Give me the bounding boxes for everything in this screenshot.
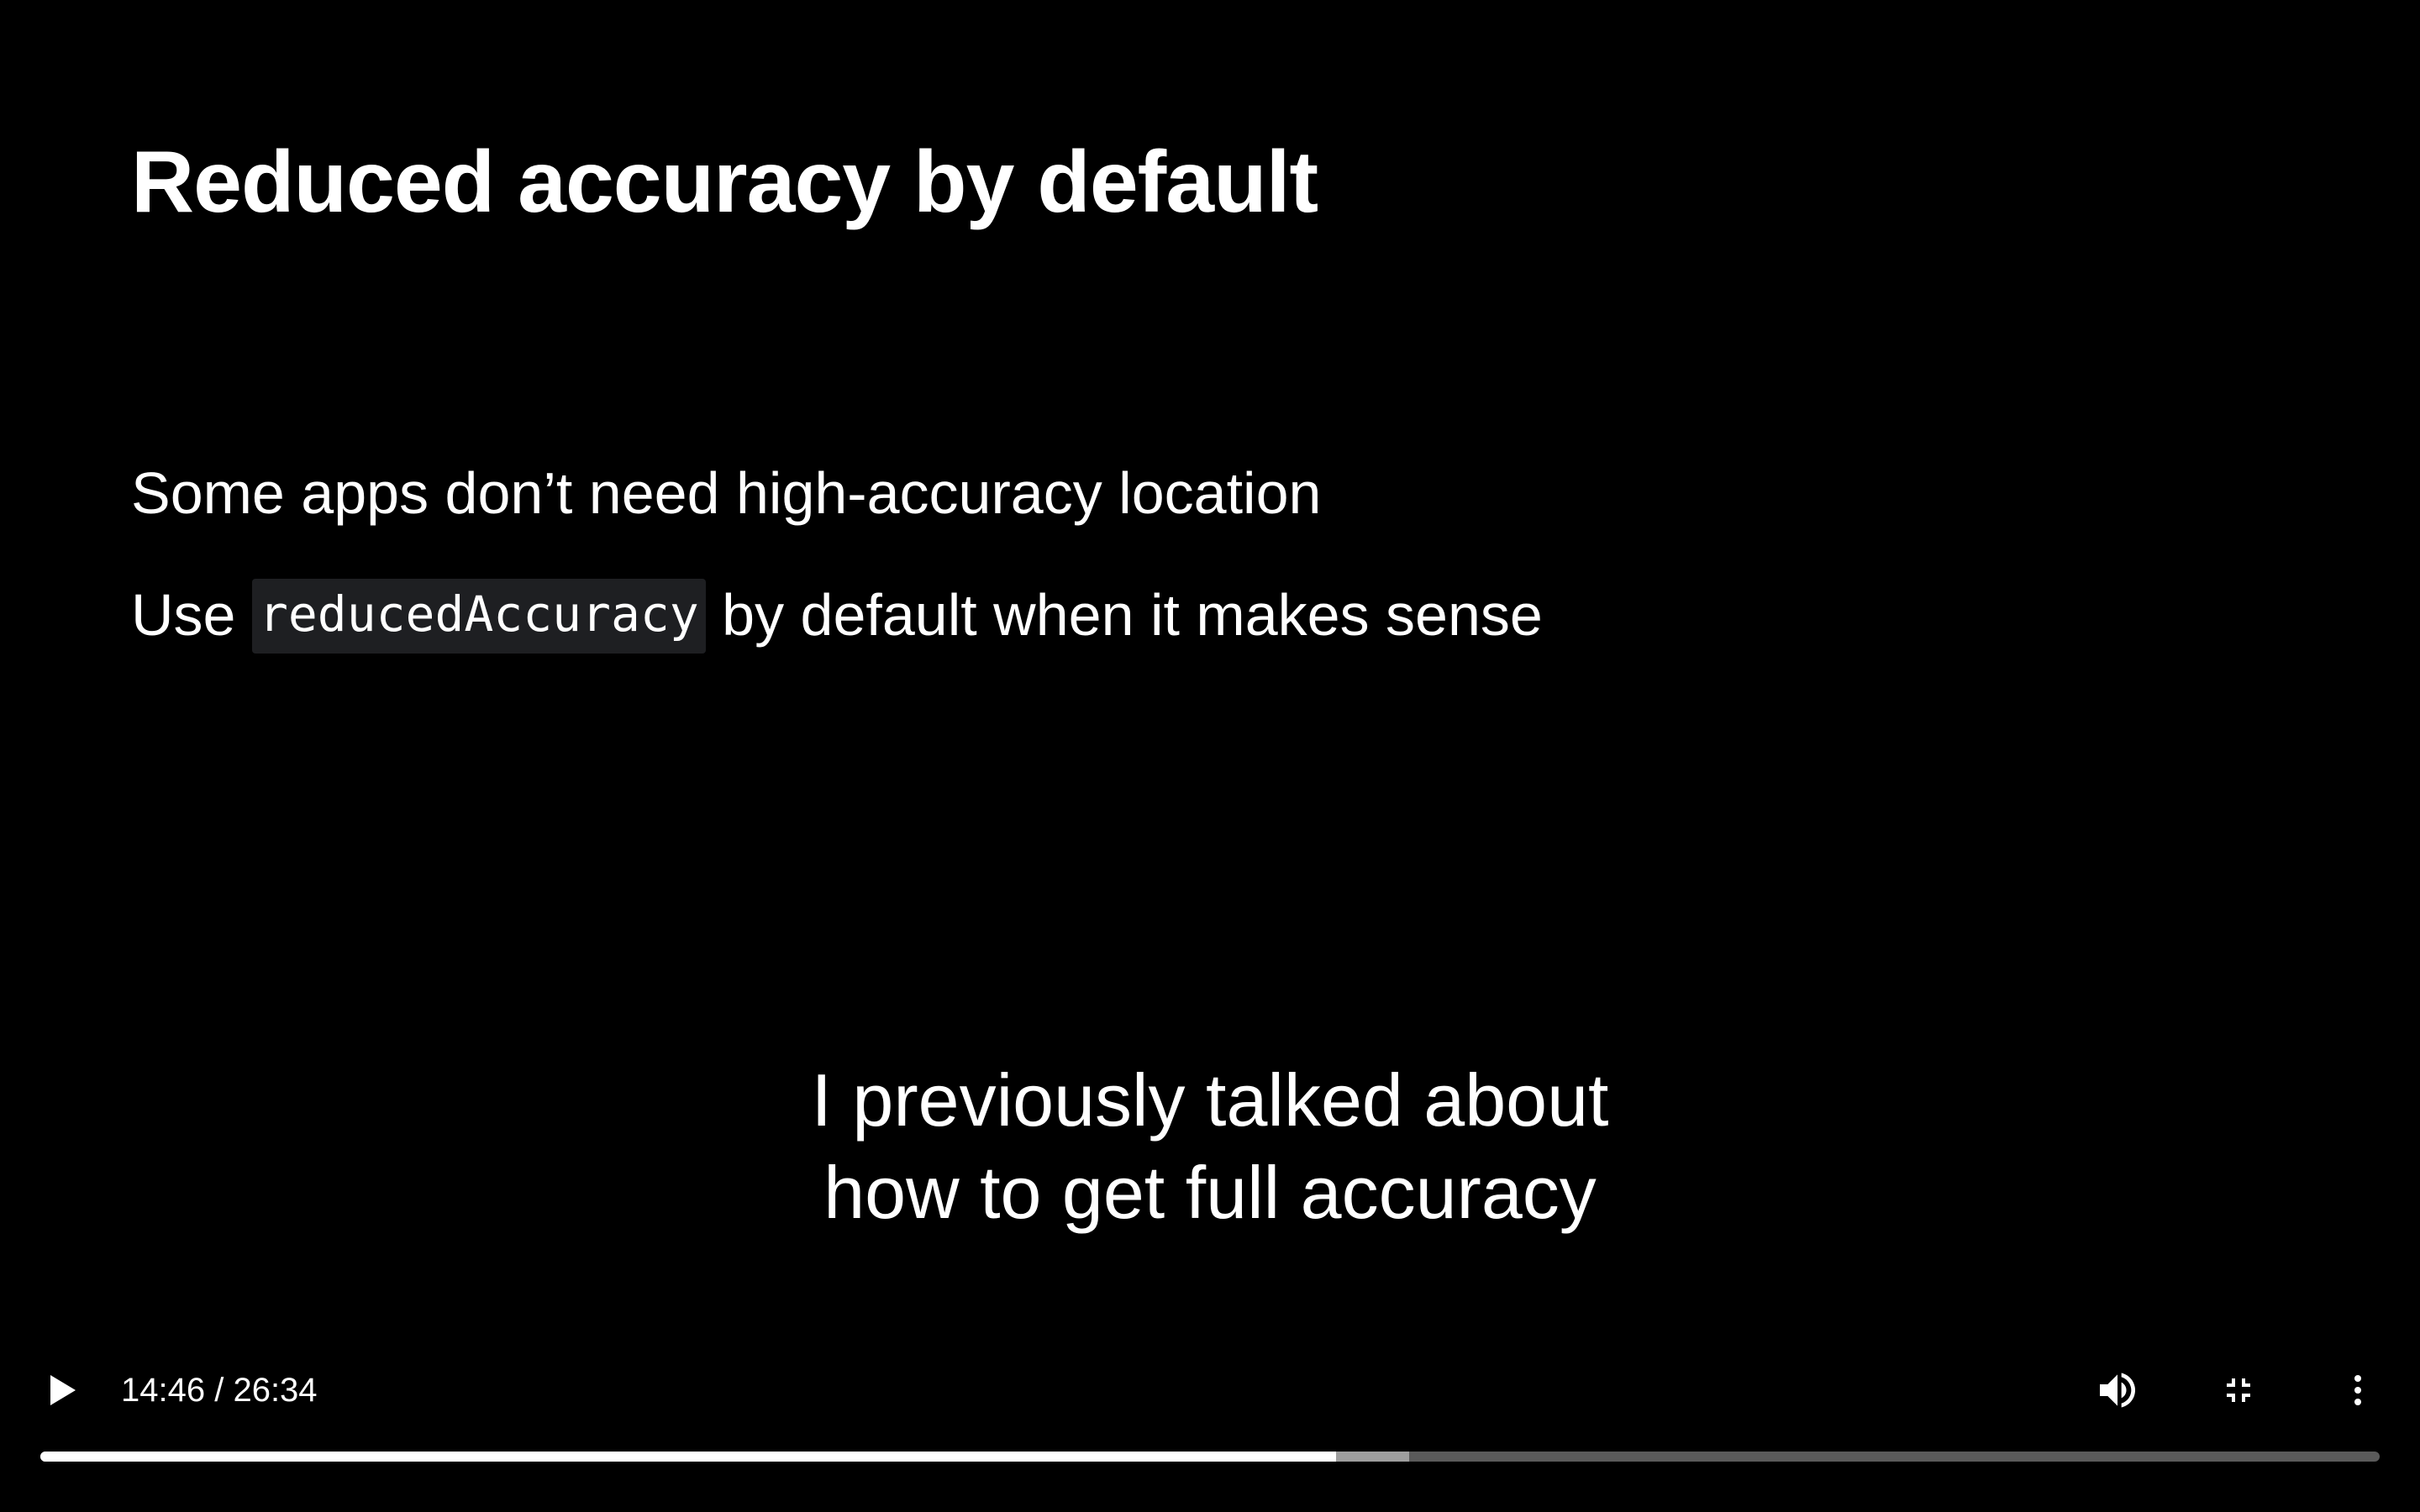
play-button[interactable] — [29, 1357, 96, 1424]
exit-fullscreen-button[interactable] — [2205, 1357, 2272, 1424]
code-reduced-accuracy: reducedAccuracy — [251, 578, 706, 654]
time-separator: / — [205, 1372, 234, 1409]
more-options-button[interactable] — [2324, 1357, 2391, 1424]
exit-fullscreen-icon — [2227, 1378, 2250, 1402]
subtitle-line-2: how to get full accuracy — [823, 1151, 1597, 1234]
progress-track — [40, 1452, 2380, 1462]
volume-icon — [2100, 1373, 2135, 1408]
time-display: 14:46 / 26:34 — [121, 1369, 318, 1411]
progress-bar[interactable] — [40, 1452, 2380, 1462]
slide-bullet-2: Use reducedAccuracy by default when it m… — [131, 578, 1543, 657]
subtitle-line-1: I previously talked about — [811, 1058, 1609, 1142]
video-player[interactable]: Reduced accuracy by default Some apps do… — [0, 0, 2420, 1512]
more-vertical-icon — [2354, 1375, 2361, 1405]
slide-bullet-1: Some apps don’t need high-accuracy locat… — [131, 460, 1322, 526]
bullet-2-suffix: by default when it makes sense — [705, 582, 1543, 648]
volume-button[interactable] — [2084, 1357, 2151, 1424]
bullet-2-prefix: Use — [131, 582, 252, 648]
play-icon — [50, 1375, 76, 1405]
player-controls: 14:46 / 26:34 — [0, 1344, 2420, 1512]
current-time: 14:46 — [121, 1372, 206, 1409]
slide-title: Reduced accuracy by default — [131, 134, 1318, 231]
progress-played — [40, 1452, 1337, 1462]
duration: 26:34 — [233, 1372, 318, 1409]
subtitles: I previously talked about how to get ful… — [0, 1054, 2420, 1239]
